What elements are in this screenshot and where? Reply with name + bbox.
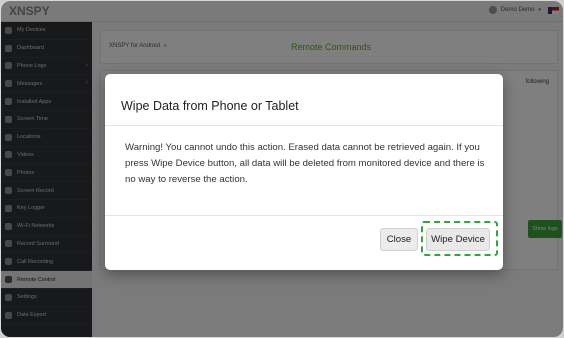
divider (105, 125, 503, 126)
app-window: XNSPY Demo Demo ▾ My DevicesDashboardPho… (0, 0, 564, 338)
dialog-title: Wipe Data from Phone or Tablet (121, 99, 299, 113)
wipe-device-button[interactable]: Wipe Device (426, 228, 490, 251)
divider (105, 215, 503, 216)
wipe-data-dialog: Wipe Data from Phone or Tablet Warning! … (105, 74, 503, 270)
dialog-message: Warning! You cannot undo this action. Er… (125, 142, 485, 185)
close-button[interactable]: Close (380, 228, 418, 251)
